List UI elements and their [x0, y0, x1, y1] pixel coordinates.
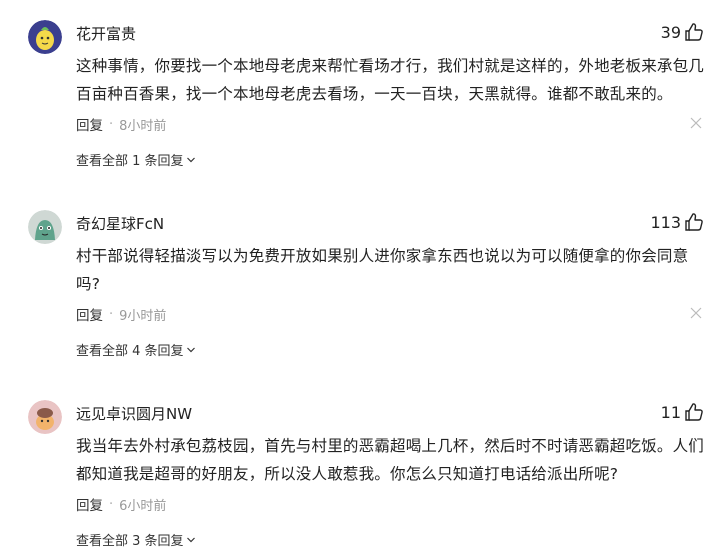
view-replies-label: 查看全部 1 条回复	[76, 154, 184, 169]
username[interactable]: 花开富贵	[76, 23, 136, 44]
comment-text: 我当年去外村承包荔枝园，首先与村里的恶霸超喝上几杯，然后时不时请恶霸超吃饭。人们…	[76, 437, 705, 483]
view-replies-label: 查看全部 4 条回复	[76, 344, 184, 359]
reply-button[interactable]: 回复	[76, 494, 103, 514]
thumbs-up-icon	[685, 23, 703, 41]
view-replies-link[interactable]: 查看全部 4 条回复	[76, 340, 196, 359]
thumbs-up-icon	[685, 403, 703, 421]
view-replies-label: 查看全部 3 条回复	[76, 534, 184, 549]
reply-button[interactable]: 回复	[76, 114, 103, 134]
thumbs-up-icon	[685, 213, 703, 231]
close-icon[interactable]	[690, 307, 702, 319]
comment-meta: 回复 · 8小时前	[76, 114, 167, 135]
comment-text: 村干部说得轻描淡写以为免费开放如果别人进你家拿东西也说以为可以随便拿的你会同意吗…	[76, 247, 689, 293]
like-button[interactable]: 11	[661, 402, 704, 422]
reply-button[interactable]: 回复	[76, 304, 103, 324]
close-icon[interactable]	[690, 117, 702, 129]
chevron-down-icon	[186, 157, 195, 162]
view-replies-link[interactable]: 查看全部 1 条回复	[76, 150, 196, 169]
avatar[interactable]	[28, 20, 62, 54]
comment-meta: 回复 · 6小时前	[76, 494, 167, 515]
comment-item: 奇幻星球FcN 113 村干部说得轻描淡写以为免费开放如果别人进你家拿东西也说以…	[0, 190, 720, 380]
username[interactable]: 远见卓识圆月NW	[76, 403, 192, 424]
like-count: 113	[650, 212, 681, 232]
like-count: 11	[660, 402, 681, 422]
separator-dot: ·	[109, 116, 114, 132]
view-replies-link[interactable]: 查看全部 3 条回复	[76, 530, 196, 549]
comment-text: 这种事情，你要找一个本地母老虎来帮忙看场才行，我们村就是这样的，外地老板来承包几…	[76, 57, 705, 103]
comment-meta: 回复 · 9小时前	[76, 304, 167, 325]
timestamp: 8小时前	[119, 118, 167, 134]
chevron-down-icon	[186, 347, 195, 352]
like-button[interactable]: 113	[650, 212, 704, 232]
like-count: 39	[660, 22, 681, 42]
timestamp: 9小时前	[119, 308, 167, 324]
chevron-down-icon	[186, 537, 195, 542]
comment-item: 花开富贵 39 这种事情，你要找一个本地母老虎来帮忙看场才行，我们村就是这样的，…	[0, 0, 720, 190]
username[interactable]: 奇幻星球FcN	[76, 213, 164, 234]
avatar[interactable]	[28, 210, 62, 244]
separator-dot: ·	[109, 496, 114, 512]
avatar[interactable]	[28, 400, 62, 434]
like-button[interactable]: 39	[661, 22, 704, 42]
comment-item: 远见卓识圆月NW 11 我当年去外村承包荔枝园，首先与村里的恶霸超喝上几杯，然后…	[0, 380, 720, 549]
timestamp: 6小时前	[119, 498, 167, 514]
separator-dot: ·	[109, 306, 114, 322]
